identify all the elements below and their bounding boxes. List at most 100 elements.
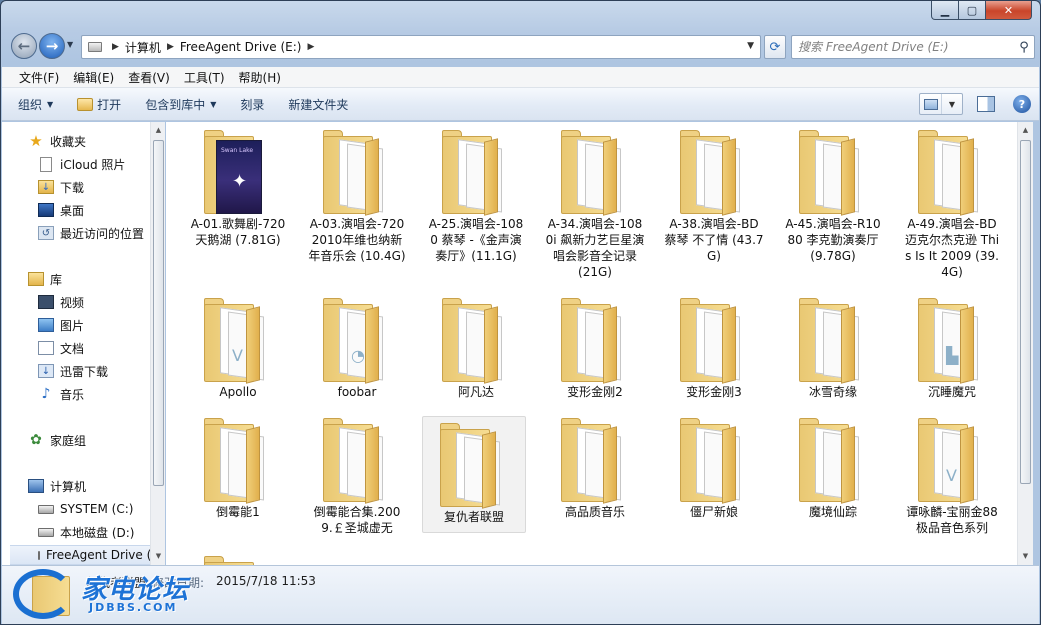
logo-ring-icon [13, 569, 73, 619]
breadcrumb-drive[interactable]: FreeAgent Drive (E:) [180, 40, 302, 54]
organize-button[interactable]: 组织 ▼ [18, 96, 53, 113]
new-folder-button[interactable]: 新建文件夹 [288, 96, 348, 113]
drive-icon [38, 550, 40, 560]
file-item-partial[interactable] [186, 550, 290, 565]
file-item[interactable]: 冰雪奇缘 [781, 292, 885, 400]
file-item-selected[interactable]: 复仇者联盟 [422, 416, 526, 533]
scroll-up-icon[interactable]: ▲ [1018, 122, 1033, 138]
forward-button[interactable]: → [39, 33, 65, 59]
file-item[interactable]: V 谭咏麟-宝丽金88极品音色系列 [900, 412, 1004, 536]
scroll-up-icon[interactable]: ▲ [151, 122, 166, 138]
preview-pane-icon[interactable] [977, 96, 995, 112]
chevron-right-icon[interactable]: ▶ [112, 42, 119, 52]
file-item[interactable]: 倒霉能合集.2009.￡圣城虚无 [305, 412, 409, 536]
address-bar[interactable]: ▶ 计算机 ▶ FreeAgent Drive (E:) ▶ ▼ [81, 35, 761, 59]
file-item[interactable]: 高品质音乐 [543, 412, 647, 520]
nav-local-disk[interactable]: 本地磁盘 (D:) [38, 522, 134, 542]
burn-button[interactable]: 刻录 [240, 96, 264, 113]
folder-icon [321, 130, 393, 216]
file-item[interactable]: ▙ 沉睡魔咒 [900, 292, 1004, 400]
file-name: 沉睡魔咒 [927, 385, 976, 399]
folder-icon [321, 418, 393, 504]
nav-homegroup[interactable]: ✿ 家庭组 [28, 430, 86, 450]
search-icon[interactable]: ⚲ [1014, 40, 1034, 55]
nav-videos[interactable]: 视频 [38, 292, 84, 312]
file-name: 僵尸新娘 [689, 505, 738, 519]
nav-desktop[interactable]: 桌面 [38, 200, 84, 220]
folder-icon [559, 130, 631, 216]
folder-icon: V [916, 418, 988, 504]
file-name: foobar [337, 385, 377, 399]
content-scroll-thumb[interactable] [1020, 140, 1031, 484]
nav-scroll-thumb[interactable] [153, 140, 164, 486]
nav-scrollbar[interactable]: ▲ ▼ [150, 122, 165, 565]
search-input[interactable] [798, 37, 1014, 57]
file-item[interactable]: A-03.演唱会-720 2010年维也纳新年音乐会 (10.4G) [305, 124, 409, 264]
file-item[interactable]: A-49.演唱会-BD 迈克尔杰克逊 This Is It 2009 (39.4… [900, 124, 1004, 280]
file-name: A-01.歌舞剧-720 天鹅湖 (7.81G) [190, 217, 286, 247]
file-item[interactable]: 变形金刚2 [543, 292, 647, 400]
file-item[interactable]: A-38.演唱会-BD 蔡琴 不了情 (43.7G) [662, 124, 766, 264]
address-dropdown-icon[interactable]: ▼ [747, 41, 754, 51]
file-name: A-34.演唱会-1080i 飙新力艺巨星演唱会影音全记录 (21G) [545, 217, 645, 279]
nav-pictures[interactable]: 图片 [38, 315, 84, 335]
burn-label: 刻录 [240, 97, 265, 112]
file-name: 变形金刚2 [567, 385, 623, 399]
nav-computer[interactable]: 计算机 [28, 476, 86, 496]
open-button[interactable]: 打开 [77, 96, 121, 113]
breadcrumb-computer[interactable]: 计算机 [125, 39, 161, 56]
chevron-right-icon[interactable]: ▶ [167, 42, 174, 52]
file-item[interactable]: A-45.演唱会-R1080 李克勤演奏厅 (9.78G) [781, 124, 885, 264]
scroll-down-icon[interactable]: ▼ [1018, 548, 1033, 564]
file-item[interactable]: 变形金刚3 [662, 292, 766, 400]
open-label: 打开 [97, 97, 122, 112]
content-scrollbar[interactable]: ▲ ▼ [1017, 122, 1033, 565]
menu-view[interactable]: 查看(V) [121, 69, 177, 86]
file-item[interactable]: ◔ foobar [305, 292, 409, 400]
file-item[interactable]: Swan Lake ✦ A-01.歌舞剧-720 天鹅湖 (7.81G) [186, 124, 290, 248]
include-library-button[interactable]: 包含到库中 ▼ [145, 96, 216, 113]
menu-tools[interactable]: 工具(T) [177, 69, 232, 86]
details-date: 2015/7/18 11:53 [216, 574, 316, 588]
file-item[interactable]: 魔境仙踪 [781, 412, 885, 520]
folder-icon [797, 418, 869, 504]
maximize-button[interactable]: ▢ [959, 1, 986, 20]
menu-help[interactable]: 帮助(H) [232, 69, 288, 86]
refresh-button[interactable]: ⟳ [764, 35, 786, 59]
nav-system-drive[interactable]: SYSTEM (C:) [38, 499, 133, 519]
explorer-window: ▁ ▢ ✕ ← → ▼ ▶ 计算机 ▶ FreeAgent Drive (E:)… [0, 0, 1041, 625]
chevron-down-icon[interactable]: ▼ [942, 100, 962, 109]
chevron-right-icon[interactable]: ▶ [307, 42, 314, 52]
menu-file[interactable]: 文件(F) [12, 69, 66, 86]
nav-freeagent[interactable]: FreeAgent Drive (E:) [10, 545, 151, 565]
nav-downloads[interactable]: ↓ 下载 [38, 177, 84, 197]
close-button[interactable]: ✕ [986, 1, 1032, 20]
scroll-down-icon[interactable]: ▼ [151, 548, 166, 564]
file-name: A-38.演唱会-BD 蔡琴 不了情 (43.7G) [664, 217, 764, 263]
change-view-button[interactable]: ▼ [919, 93, 963, 115]
file-name: 倒霉能合集.2009.￡圣城虚无 [313, 505, 401, 535]
minimize-button[interactable]: ▁ [931, 1, 959, 20]
nav-recent[interactable]: ↺ 最近访问的位置 [38, 223, 144, 243]
nav-pictures-label: 图片 [60, 318, 85, 333]
file-item[interactable]: 僵尸新娘 [662, 412, 766, 520]
file-item[interactable]: 阿凡达 [424, 292, 528, 400]
file-item[interactable]: A-25.演唱会-1080 蔡琴 -《金声演奏厅》(11.1G) [424, 124, 528, 264]
recent-pages-dropdown[interactable]: ▼ [67, 40, 73, 49]
nav-music[interactable]: ♪ 音乐 [38, 384, 84, 404]
menu-edit[interactable]: 编辑(E) [66, 69, 121, 86]
file-item[interactable]: A-34.演唱会-1080i 飙新力艺巨星演唱会影音全记录 (21G) [543, 124, 647, 280]
nav-icloud[interactable]: iCloud 照片 [38, 154, 125, 174]
nav-favorites[interactable]: ★ 收藏夹 [28, 131, 86, 151]
nav-documents[interactable]: 文档 [38, 338, 84, 358]
nav-videos-label: 视频 [60, 295, 85, 310]
menu-bar: 文件(F) 编辑(E) 查看(V) 工具(T) 帮助(H) [2, 67, 1039, 88]
music-icon: ♪ [41, 386, 51, 402]
search-box[interactable]: ⚲ [791, 35, 1035, 59]
file-item[interactable]: V Apollo [186, 292, 290, 400]
nav-thunder[interactable]: ↓ 迅雷下载 [38, 361, 108, 381]
nav-libraries[interactable]: 库 [28, 269, 62, 289]
help-icon[interactable]: ? [1013, 95, 1031, 113]
file-item[interactable]: 倒霉能1 [186, 412, 290, 520]
back-button[interactable]: ← [11, 33, 37, 59]
